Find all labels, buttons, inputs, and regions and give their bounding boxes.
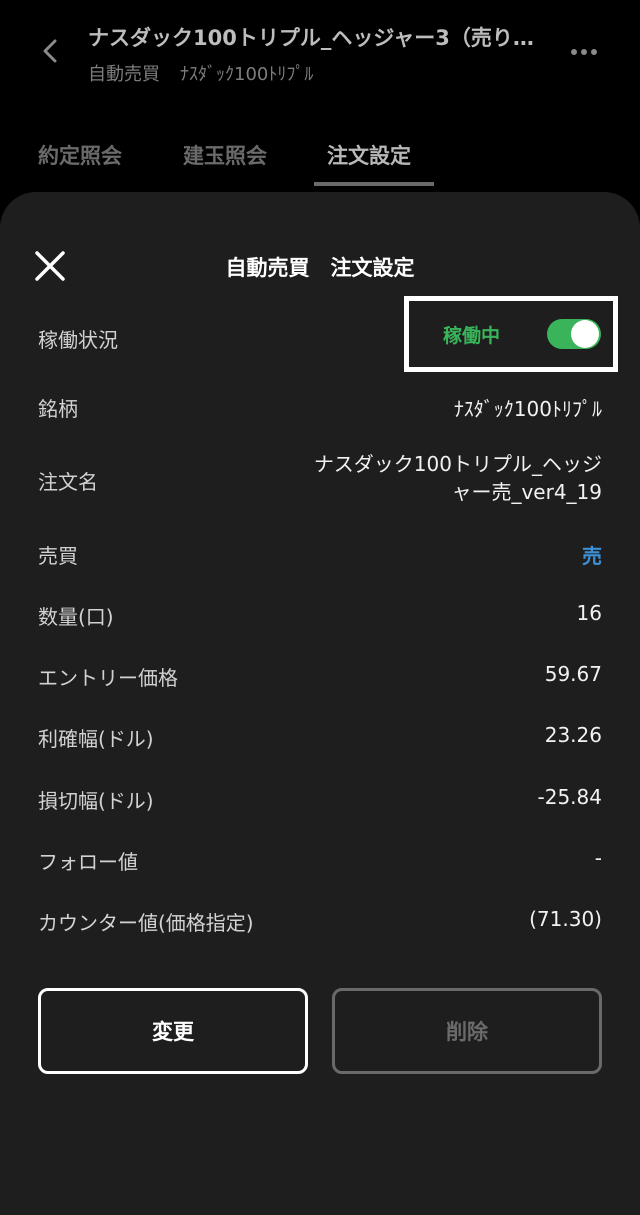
- sheet-title: 自動売買 注文設定: [225, 256, 415, 280]
- row-label-side: 売買: [38, 544, 78, 568]
- subtitle-symbol: ﾅｽﾀﾞｯｸ100ﾄﾘﾌﾟﾙ: [180, 64, 314, 85]
- row-label-entry-price: エントリー価格: [38, 666, 178, 690]
- row-value-side: 売: [582, 544, 602, 568]
- row-label-counter: カウンター値(価格指定): [38, 911, 254, 935]
- row-value-counter: (71.30): [529, 907, 602, 931]
- row-value-quantity: 16: [576, 601, 602, 625]
- row-label-take-profit: 利確幅(ドル): [38, 727, 154, 751]
- row-label-follow: フォロー値: [38, 850, 138, 874]
- subtitle-category: 自動売買: [88, 64, 160, 85]
- row-label-order-name: 注文名: [38, 470, 98, 494]
- order-settings-sheet: 自動売買 注文設定 稼働状況 稼働中 銘柄 ﾅｽﾀﾞｯｸ100ﾄﾘﾌﾟﾙ 注文名…: [0, 192, 640, 1215]
- active-tab-indicator: [314, 182, 434, 186]
- row-value-order-name: ナスダック100トリプル_ヘッジャー売_ver4_19: [313, 452, 602, 504]
- status-label: 稼働状況: [38, 328, 118, 352]
- status-toggle[interactable]: [547, 319, 601, 349]
- row-value-take-profit: 23.26: [544, 723, 602, 747]
- row-value-symbol: ﾅｽﾀﾞｯｸ100ﾄﾘﾌﾟﾙ: [453, 397, 602, 421]
- status-highlight-box: 稼働中: [404, 296, 618, 372]
- row-value-entry-price: 59.67: [544, 662, 602, 686]
- row-label-symbol: 銘柄: [38, 397, 78, 421]
- row-value-stop-loss: -25.84: [537, 785, 602, 809]
- back-chevron-icon[interactable]: [36, 36, 66, 66]
- row-value-follow: -: [594, 846, 602, 870]
- page-title: ナスダック100トリプル_ヘッジャー3（売り無...: [88, 26, 548, 50]
- page-subtitle: 自動売買 ﾅｽﾀﾞｯｸ100ﾄﾘﾌﾟﾙ: [88, 60, 313, 86]
- tab-executions[interactable]: 約定照会: [38, 140, 122, 170]
- status-value: 稼働中: [443, 325, 501, 347]
- tab-positions[interactable]: 建玉照会: [183, 140, 267, 170]
- change-button[interactable]: 変更: [38, 988, 308, 1074]
- delete-button[interactable]: 削除: [332, 988, 602, 1074]
- more-dots-icon[interactable]: [566, 40, 602, 64]
- tab-order-settings[interactable]: 注文設定: [327, 140, 411, 170]
- row-label-stop-loss: 損切幅(ドル): [38, 789, 154, 813]
- app-header: ナスダック100トリプル_ヘッジャー3（売り無... 自動売買 ﾅｽﾀﾞｯｸ100…: [0, 0, 640, 110]
- row-label-quantity: 数量(口): [38, 605, 114, 629]
- tab-bar: 約定照会 建玉照会 注文設定: [0, 128, 640, 188]
- toggle-knob: [571, 320, 599, 348]
